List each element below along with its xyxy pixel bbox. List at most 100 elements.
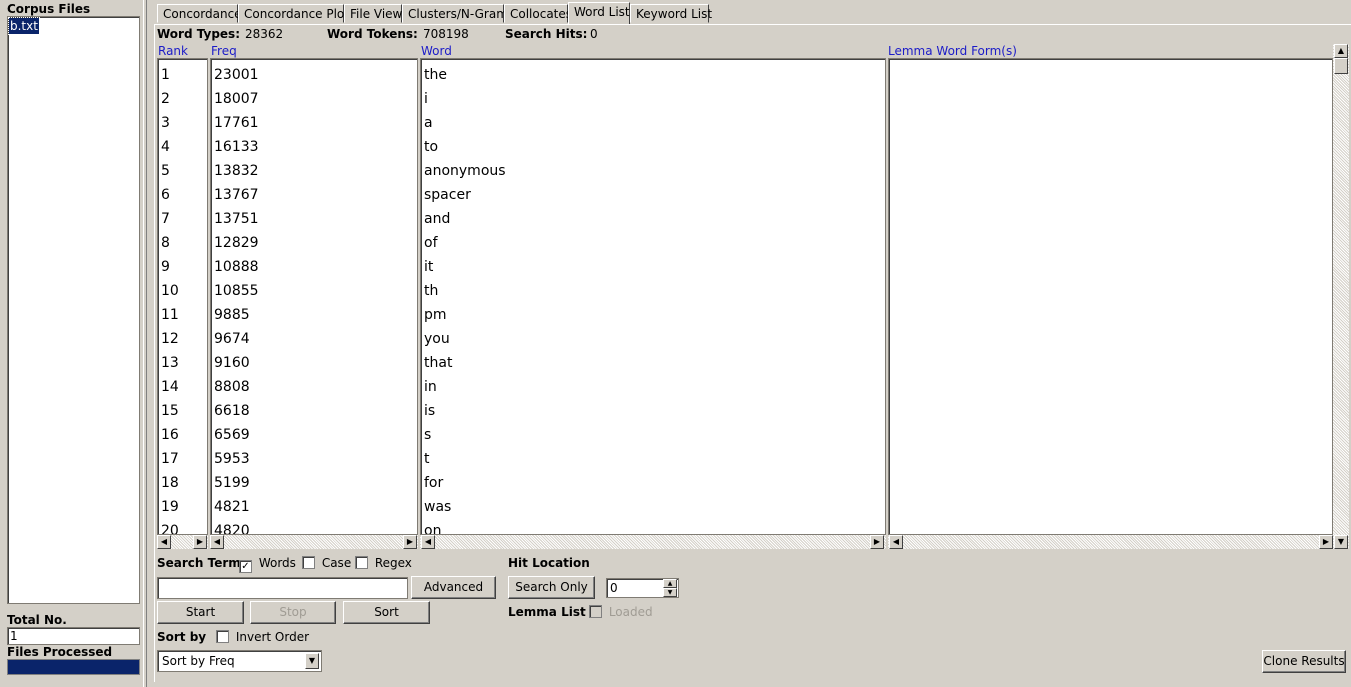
rank-cell[interactable]: 13 [158, 351, 207, 375]
sort-button[interactable]: Sort [343, 601, 430, 624]
word-cell[interactable]: pm [421, 303, 885, 327]
rank-column-header[interactable]: Rank [158, 44, 188, 58]
word-cell[interactable]: to [421, 135, 885, 159]
rank-cell[interactable]: 14 [158, 375, 207, 399]
rank-list[interactable]: 1 2 3 4 5 6 7 8 9 10 11 12 13 14 15 16 17 18 19 20 [157, 58, 208, 535]
freq-cell[interactable]: 16133 [211, 135, 417, 159]
rank-scroll-left[interactable]: ◀ [157, 535, 171, 549]
lemma-hscrollbar[interactable] [888, 535, 1333, 549]
word-cell[interactable]: anonymous [421, 159, 885, 183]
word-cell[interactable]: for [421, 471, 885, 495]
lemma-list[interactable] [888, 58, 1333, 535]
word-cell[interactable]: on [421, 519, 885, 534]
word-cell[interactable]: in [421, 375, 885, 399]
word-cell[interactable]: a [421, 111, 885, 135]
panel-splitter[interactable] [143, 0, 147, 687]
rank-cell[interactable]: 12 [158, 327, 207, 351]
word-cell[interactable]: th [421, 279, 885, 303]
word-cell[interactable]: i [421, 87, 885, 111]
word-cell[interactable]: that [421, 351, 885, 375]
word-cell[interactable]: is [421, 399, 885, 423]
rank-cell[interactable]: 20 [158, 519, 207, 534]
words-checkbox[interactable]: ✓ Words [239, 556, 296, 573]
regex-checkbox[interactable]: Regex [355, 556, 412, 570]
freq-cell[interactable]: 4821 [211, 495, 417, 519]
rank-cell[interactable]: 9 [158, 255, 207, 279]
spinner-down-icon[interactable]: ▼ [663, 588, 677, 597]
advanced-button[interactable]: Advanced [411, 576, 496, 599]
rank-cell[interactable]: 16 [158, 423, 207, 447]
tab-collocates[interactable]: Collocates [504, 4, 572, 23]
stop-button[interactable]: Stop [250, 601, 336, 624]
freq-cell[interactable]: 9160 [211, 351, 417, 375]
rank-cell[interactable]: 3 [158, 111, 207, 135]
word-cell[interactable]: spacer [421, 183, 885, 207]
freq-cell[interactable]: 5199 [211, 471, 417, 495]
tab-concordance-plot[interactable]: Concordance Plot [238, 4, 349, 23]
word-cell[interactable]: was [421, 495, 885, 519]
freq-cell[interactable]: 13832 [211, 159, 417, 183]
freq-cell[interactable]: 6618 [211, 399, 417, 423]
rank-cell[interactable]: 8 [158, 231, 207, 255]
corpus-files-list[interactable]: b.txt [7, 16, 140, 604]
freq-hscrollbar[interactable] [210, 535, 418, 549]
freq-cell[interactable]: 10855 [211, 279, 417, 303]
rank-cell[interactable]: 2 [158, 87, 207, 111]
spinner-up-icon[interactable]: ▲ [663, 579, 677, 588]
lemma-scroll-right[interactable]: ▶ [1319, 535, 1333, 549]
word-cell[interactable]: t [421, 447, 885, 471]
corpus-file-item[interactable]: b.txt [8, 17, 40, 35]
word-list[interactable]: the i a to anonymous spacer and of it th pm you that… [420, 58, 886, 535]
rank-cell[interactable]: 5 [158, 159, 207, 183]
tab-clusters-n-grams[interactable]: Clusters/N-Grams [402, 4, 514, 23]
rank-cell[interactable]: 17 [158, 447, 207, 471]
tab-keyword-list[interactable]: Keyword List [630, 4, 712, 23]
freq-cell[interactable]: 10888 [211, 255, 417, 279]
word-scroll-left[interactable]: ◀ [421, 535, 435, 549]
word-cell[interactable]: s [421, 423, 885, 447]
freq-cell[interactable]: 13767 [211, 183, 417, 207]
rank-cell[interactable]: 10 [158, 279, 207, 303]
word-cell[interactable]: it [421, 255, 885, 279]
start-button[interactable]: Start [157, 601, 244, 624]
freq-cell[interactable]: 4820 [211, 519, 417, 534]
freq-scroll-right[interactable]: ▶ [403, 535, 417, 549]
freq-cell[interactable]: 18007 [211, 87, 417, 111]
search-term-input[interactable] [157, 577, 408, 599]
invert-order-checkbox[interactable]: Invert Order [216, 630, 309, 644]
tab-file-view[interactable]: File View [344, 4, 402, 23]
clone-results-button[interactable]: Clone Results [1262, 650, 1346, 673]
freq-cell[interactable]: 5953 [211, 447, 417, 471]
rank-cell[interactable]: 19 [158, 495, 207, 519]
freq-cell[interactable]: 13751 [211, 207, 417, 231]
freq-scroll-left[interactable]: ◀ [210, 535, 224, 549]
rank-cell[interactable]: 6 [158, 183, 207, 207]
rank-scroll-right[interactable]: ▶ [193, 535, 207, 549]
search-only-button[interactable]: Search Only [508, 576, 595, 599]
dropdown-arrow-icon[interactable]: ▼ [305, 653, 319, 669]
freq-cell[interactable]: 23001 [211, 63, 417, 87]
rank-cell[interactable]: 4 [158, 135, 207, 159]
word-cell[interactable]: the [421, 63, 885, 87]
word-cell[interactable]: of [421, 231, 885, 255]
freq-cell[interactable]: 8808 [211, 375, 417, 399]
word-column-header[interactable]: Word [421, 44, 452, 58]
rank-cell[interactable]: 1 [158, 63, 207, 87]
case-checkbox[interactable]: Case [302, 556, 351, 570]
scroll-down-button[interactable]: ▼ [1334, 535, 1348, 549]
tab-word-list[interactable]: Word List [568, 2, 630, 24]
freq-cell[interactable]: 12829 [211, 231, 417, 255]
rank-cell[interactable]: 11 [158, 303, 207, 327]
hit-location-spinner[interactable]: 0 ▲ ▼ [606, 578, 679, 598]
lemma-column-header[interactable]: Lemma Word Form(s) [888, 44, 1017, 58]
scroll-up-button[interactable]: ▲ [1334, 44, 1348, 58]
word-cell[interactable]: and [421, 207, 885, 231]
word-hscrollbar[interactable] [420, 535, 886, 549]
freq-cell[interactable]: 9674 [211, 327, 417, 351]
scroll-thumb[interactable] [1334, 58, 1348, 74]
tab-concordance[interactable]: Concordance [157, 4, 242, 23]
sort-by-select[interactable]: Sort by Freq ▼ [157, 650, 322, 672]
lemma-scroll-left[interactable]: ◀ [889, 535, 903, 549]
freq-cell[interactable]: 9885 [211, 303, 417, 327]
freq-cell[interactable]: 17761 [211, 111, 417, 135]
